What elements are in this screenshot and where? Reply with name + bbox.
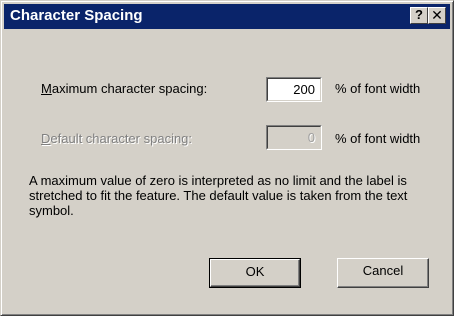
dialog-title: Character Spacing [10,7,143,24]
character-spacing-dialog: Character Spacing ? ✕ Maximum character … [0,0,454,316]
max-spacing-label-text: aximum character spacing: [51,81,208,96]
max-spacing-accelerator: M [41,81,52,96]
ok-button[interactable]: OK [209,258,301,288]
ok-button-label: OK [245,264,265,279]
help-icon[interactable]: ? [410,7,428,24]
default-spacing-label-text: efault character spacing: [50,131,193,146]
default-spacing-input: 0 [266,125,322,150]
max-spacing-label: Maximum character spacing: [41,81,207,96]
default-spacing-unit: % of font width [335,131,421,146]
description-text: A maximum value of zero is interpreted a… [29,173,408,218]
default-spacing-accelerator: D [41,131,51,146]
cancel-button[interactable]: Cancel [337,258,429,288]
default-spacing-value: 0 [267,126,321,149]
max-spacing-unit: % of font width [335,81,421,96]
max-spacing-value[interactable]: 200 [267,78,321,101]
default-spacing-label: Default character spacing: [41,131,192,146]
max-spacing-input[interactable]: 200 [266,77,322,102]
title-bar[interactable]: Character Spacing ? ✕ [4,4,450,29]
close-icon[interactable]: ✕ [428,7,446,24]
cancel-button-label: Cancel [362,263,404,278]
